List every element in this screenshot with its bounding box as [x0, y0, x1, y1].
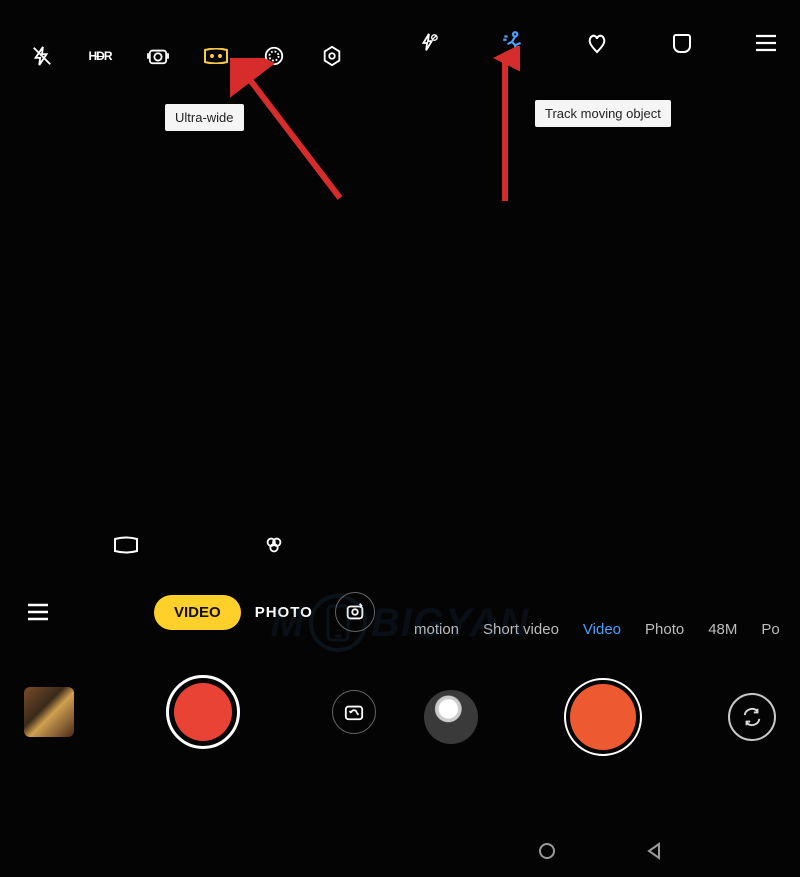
mode-item-active[interactable]: Video	[583, 621, 621, 638]
track-tooltip: Track moving object	[535, 100, 671, 127]
hex-settings-icon[interactable]	[318, 42, 346, 70]
shutter-row-left	[0, 672, 400, 752]
gallery-thumbnail[interactable]	[424, 690, 478, 744]
track-moving-icon[interactable]	[499, 29, 527, 57]
record-indicator	[174, 683, 232, 741]
mode-row-left: VIDEO PHOTO	[0, 590, 400, 634]
left-screenshot: HDR Ultra-wide	[0, 0, 400, 877]
mode-item[interactable]: Po	[761, 621, 779, 638]
top-toolbar-left: HDR	[0, 36, 400, 76]
ultrawide-tooltip: Ultra-wide	[165, 104, 244, 131]
mode-video-pill[interactable]: VIDEO	[154, 595, 241, 630]
beauty-icon[interactable]	[583, 29, 611, 57]
nav-home-icon[interactable]	[538, 842, 556, 860]
menu-icon[interactable]	[752, 29, 780, 57]
filter-icon[interactable]	[260, 42, 288, 70]
filters-icon[interactable]	[260, 531, 288, 559]
top-toolbar-right	[400, 20, 800, 66]
flash-off-icon[interactable]	[28, 42, 56, 70]
switch-camera-button[interactable]	[332, 690, 376, 734]
record-indicator	[570, 684, 636, 750]
right-screenshot: Track moving object motion Short video V…	[400, 0, 800, 877]
menu-icon[interactable]	[26, 600, 50, 624]
nav-back-icon[interactable]	[646, 842, 662, 860]
hdr-icon[interactable]: HDR	[86, 42, 114, 70]
face-filter-icon[interactable]	[668, 29, 696, 57]
record-button[interactable]	[166, 675, 240, 749]
annotation-arrow-right	[490, 46, 520, 206]
panorama-icon[interactable]	[112, 531, 140, 559]
secondary-icon-row	[0, 530, 400, 560]
annotation-arrow-left	[230, 58, 350, 208]
mode-item[interactable]: 48M	[708, 621, 737, 638]
shutter-row-right	[400, 672, 800, 762]
flash-off-icon[interactable]	[414, 29, 442, 57]
chroma-boost-icon[interactable]	[144, 42, 172, 70]
mode-row-right: motion Short video Video Photo 48M Po	[400, 614, 800, 644]
android-nav-row	[400, 837, 800, 865]
gallery-thumbnail[interactable]	[24, 687, 74, 737]
mode-item[interactable]: Short video	[483, 621, 559, 638]
switch-camera-button[interactable]	[728, 693, 776, 741]
mode-photo[interactable]: PHOTO	[255, 604, 313, 621]
ultrawide-icon[interactable]	[202, 42, 230, 70]
ai-scene-icon[interactable]	[335, 592, 375, 632]
mode-item[interactable]: motion	[414, 621, 459, 638]
mode-item[interactable]: Photo	[645, 621, 684, 638]
record-button[interactable]	[564, 678, 642, 756]
